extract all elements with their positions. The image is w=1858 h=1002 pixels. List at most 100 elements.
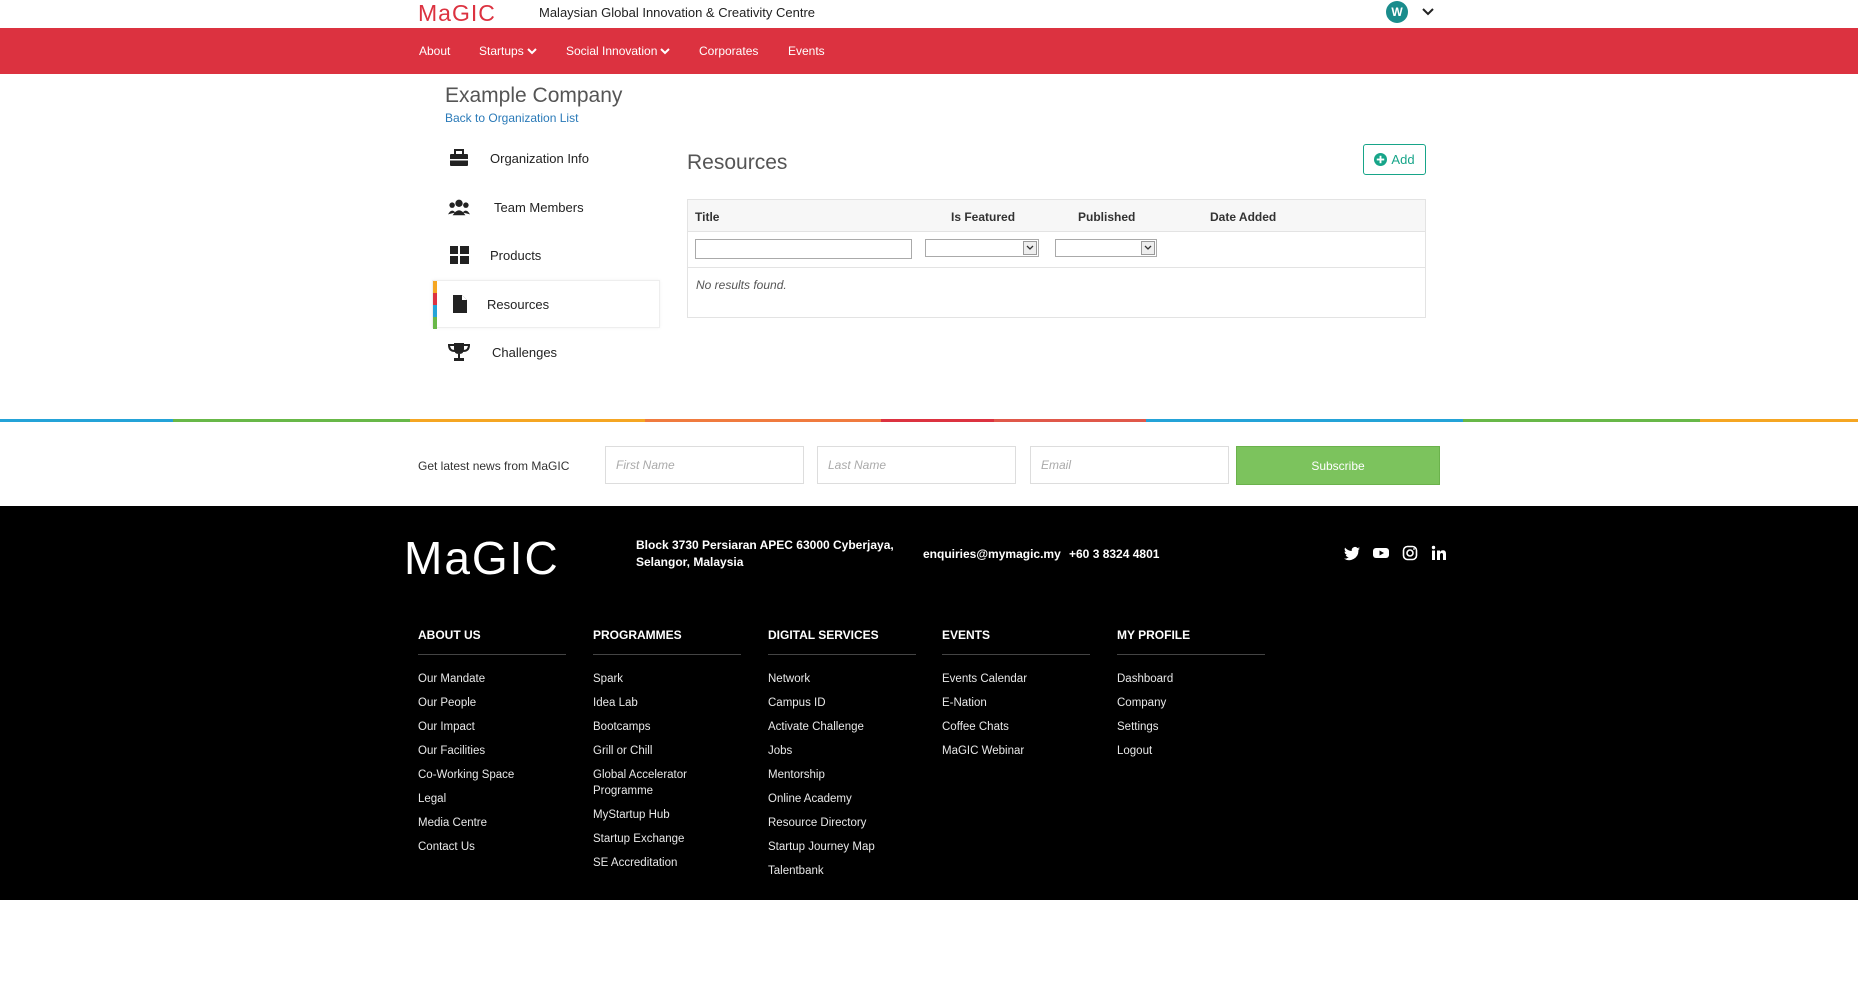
footer-link[interactable]: Settings (1117, 719, 1265, 735)
sidebar-item-label: Team Members (494, 199, 584, 215)
footer-column-about-us: ABOUT US Our Mandate Our People Our Impa… (418, 628, 566, 863)
nav-corporates[interactable]: Corporates (699, 44, 758, 58)
footer-link[interactable]: Activate Challenge (768, 719, 916, 735)
nav-label: Social Innovation (566, 44, 658, 58)
nav-label: About (419, 44, 451, 58)
add-button[interactable]: Add (1363, 144, 1426, 175)
nav-social-innovation[interactable]: Social Innovation (566, 44, 671, 58)
briefcase-icon (448, 148, 470, 168)
footer-email[interactable]: enquiries@mymagic.my (923, 547, 1061, 561)
footer-phone[interactable]: +60 3 8324 4801 (1069, 547, 1159, 561)
published-filter-select[interactable] (1055, 239, 1157, 257)
trophy-icon (448, 342, 470, 362)
footer-link[interactable]: Our Impact (418, 719, 566, 735)
chevron-down-icon (660, 48, 671, 55)
email-input[interactable] (1030, 446, 1229, 484)
footer-column-heading: PROGRAMMES (593, 628, 741, 655)
is-featured-filter-select[interactable] (925, 239, 1039, 257)
column-header-published[interactable]: Published (1078, 210, 1135, 224)
footer-link[interactable]: Bootcamps (593, 719, 741, 735)
magic-logo[interactable]: MaGIC (404, 534, 618, 580)
column-header-date-added[interactable]: Date Added (1210, 210, 1276, 224)
footer-link[interactable]: Startup Journey Map (768, 839, 916, 855)
resources-grid: Title Is Featured Published Date Added N… (687, 199, 1426, 318)
footer-link[interactable]: Mentorship (768, 767, 916, 783)
title-filter-input[interactable] (695, 239, 912, 259)
sidebar-item-team-members[interactable]: Team Members (432, 183, 660, 231)
footer-link[interactable]: Jobs (768, 743, 916, 759)
color-divider (0, 419, 1858, 422)
back-to-list-link[interactable]: Back to Organization List (445, 111, 578, 125)
footer-column-heading: DIGITAL SERVICES (768, 628, 916, 655)
sidebar-item-challenges[interactable]: Challenges (432, 328, 660, 376)
subscribe-button[interactable]: Subscribe (1236, 446, 1440, 485)
sidebar-item-resources[interactable]: Resources (432, 280, 660, 329)
last-name-input[interactable] (817, 446, 1016, 484)
footer-link[interactable]: Network (768, 671, 916, 687)
footer-link[interactable]: Idea Lab (593, 695, 741, 711)
footer-link[interactable]: Campus ID (768, 695, 916, 711)
newsletter-label: Get latest news from MaGIC (418, 459, 570, 473)
svg-text:MaGIC: MaGIC (418, 1, 496, 25)
footer-link[interactable]: MyStartup Hub (593, 807, 741, 823)
nav-about[interactable]: About (419, 44, 450, 58)
footer-column-heading: MY PROFILE (1117, 628, 1265, 655)
nav-events[interactable]: Events (788, 44, 825, 58)
footer-column-heading: EVENTS (942, 628, 1090, 655)
sidebar-item-label: Challenges (492, 344, 558, 360)
nav-label: Events (788, 44, 825, 58)
sidebar-item-organization-info[interactable]: Organization Info (432, 134, 660, 182)
youtube-icon[interactable] (1373, 545, 1389, 561)
site-title: Malaysian Global Innovation & Creativity… (539, 5, 816, 20)
linkedin-icon[interactable] (1431, 545, 1447, 561)
nav-label: Startups (479, 44, 524, 58)
grid-header: Title Is Featured Published Date Added (688, 200, 1425, 232)
address-line: Block 3730 Persiaran APEC 63000 Cyberjay… (636, 538, 894, 552)
twitter-icon[interactable] (1344, 545, 1360, 561)
footer-column-programmes: PROGRAMMES Spark Idea Lab Bootcamps Gril… (593, 628, 741, 879)
footer-link[interactable]: SE Accreditation (593, 855, 741, 871)
footer-link[interactable]: Startup Exchange (593, 831, 741, 847)
footer-link[interactable]: Events Calendar (942, 671, 1090, 687)
footer-link[interactable]: Grill or Chill (593, 743, 741, 759)
page-title: Example Company (445, 84, 623, 107)
footer-link[interactable]: Company (1117, 695, 1265, 711)
column-header-title[interactable]: Title (695, 210, 719, 224)
footer-column-heading: ABOUT US (418, 628, 566, 655)
address-line: Selangor, Malaysia (636, 555, 744, 569)
footer-link[interactable]: Talentbank (768, 863, 916, 879)
footer-link[interactable]: Logout (1117, 743, 1265, 759)
footer-link[interactable]: Dashboard (1117, 671, 1265, 687)
sidebar-item-label: Products (490, 247, 542, 263)
footer-link[interactable]: Contact Us (418, 839, 566, 855)
magic-logo[interactable]: MaGIC (418, 1, 524, 25)
sidebar-item-label: Organization Info (490, 150, 590, 166)
footer-link[interactable]: E-Nation (942, 695, 1090, 711)
footer-link[interactable]: Media Centre (418, 815, 566, 831)
instagram-icon[interactable] (1402, 545, 1418, 561)
chevron-down-icon (526, 48, 537, 55)
footer-column-my-profile: MY PROFILE Dashboard Company Settings Lo… (1117, 628, 1265, 767)
footer-link[interactable]: Our Facilities (418, 743, 566, 759)
sidebar-item-products[interactable]: Products (432, 231, 660, 279)
footer-link[interactable]: Global Accelerator Programme (593, 767, 703, 799)
footer-link[interactable]: Spark (593, 671, 741, 687)
first-name-input[interactable] (605, 446, 804, 484)
footer-link[interactable]: MaGIC Webinar (942, 743, 1090, 759)
footer: MaGIC Block 3730 Persiaran APEC 63000 Cy… (0, 506, 1858, 900)
nav-startups[interactable]: Startups (479, 44, 537, 58)
empty-message: No results found. (696, 278, 787, 292)
footer-link[interactable]: Resource Directory (768, 815, 916, 831)
chevron-down-icon[interactable] (1420, 4, 1436, 20)
column-header-is-featured[interactable]: Is Featured (951, 210, 1015, 224)
plus-circle-icon (1374, 153, 1388, 166)
footer-link[interactable]: Coffee Chats (942, 719, 1090, 735)
footer-link[interactable]: Legal (418, 791, 566, 807)
sidebar-item-label: Resources (487, 296, 550, 312)
footer-link[interactable]: Co-Working Space (418, 767, 566, 783)
user-avatar[interactable]: W (1386, 1, 1408, 23)
footer-link[interactable]: Our People (418, 695, 566, 711)
footer-link[interactable]: Online Academy (768, 791, 916, 807)
chevron-down-icon (1141, 241, 1155, 255)
footer-link[interactable]: Our Mandate (418, 671, 566, 687)
